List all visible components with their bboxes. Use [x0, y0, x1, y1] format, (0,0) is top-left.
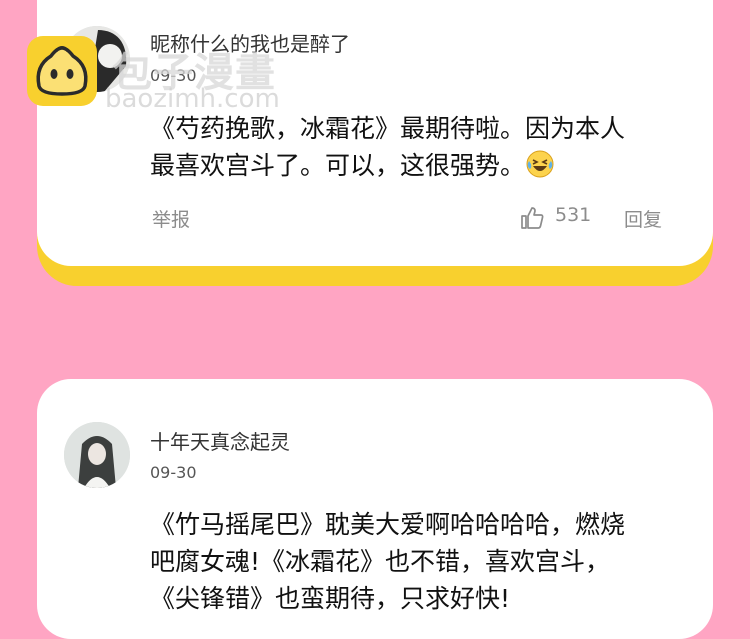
comment-line: 《芍药挽歌，冰霜花》最期待啦。因为本人 — [150, 114, 626, 143]
comment-text: 《芍药挽歌，冰霜花》最期待啦。因为本人 最喜欢宫斗了。可以，这很强势。 — [150, 110, 625, 189]
watermark-logo — [27, 36, 97, 106]
comment-line: 《竹马摇尾巴》耽美大爱啊哈哈哈哈，燃烧 — [150, 510, 626, 539]
laughing-tears-emoji-icon — [525, 149, 555, 189]
comment-username[interactable]: 十年天真念起灵 — [150, 426, 290, 455]
like-count: 531 — [555, 204, 592, 226]
avatar-image — [64, 422, 130, 488]
thumbs-up-icon — [521, 207, 544, 229]
comment-text: 《竹马摇尾巴》耽美大爱啊哈哈哈哈，燃烧 吧腐女魂!《冰霜花》也不错，喜欢宫斗， … — [150, 506, 625, 617]
reply-button[interactable]: 回复 — [624, 205, 662, 232]
bun-mascot-icon — [36, 46, 88, 96]
comment-line-with-emoji: 最喜欢宫斗了。可以，这很强势。 — [150, 147, 625, 189]
report-button[interactable]: 举报 — [152, 205, 190, 232]
comment-line: 最喜欢宫斗了。可以，这很强势。 — [150, 151, 526, 180]
avatar[interactable] — [64, 422, 130, 488]
watermark-url: baozimh.com — [105, 84, 280, 114]
comment-card: 十年天真念起灵 09-30 《竹马摇尾巴》耽美大爱啊哈哈哈哈，燃烧 吧腐女魂!《… — [37, 379, 713, 639]
comment-date: 09-30 — [150, 463, 197, 482]
comment-line: 吧腐女魂!《冰霜花》也不错，喜欢宫斗， — [150, 547, 611, 576]
